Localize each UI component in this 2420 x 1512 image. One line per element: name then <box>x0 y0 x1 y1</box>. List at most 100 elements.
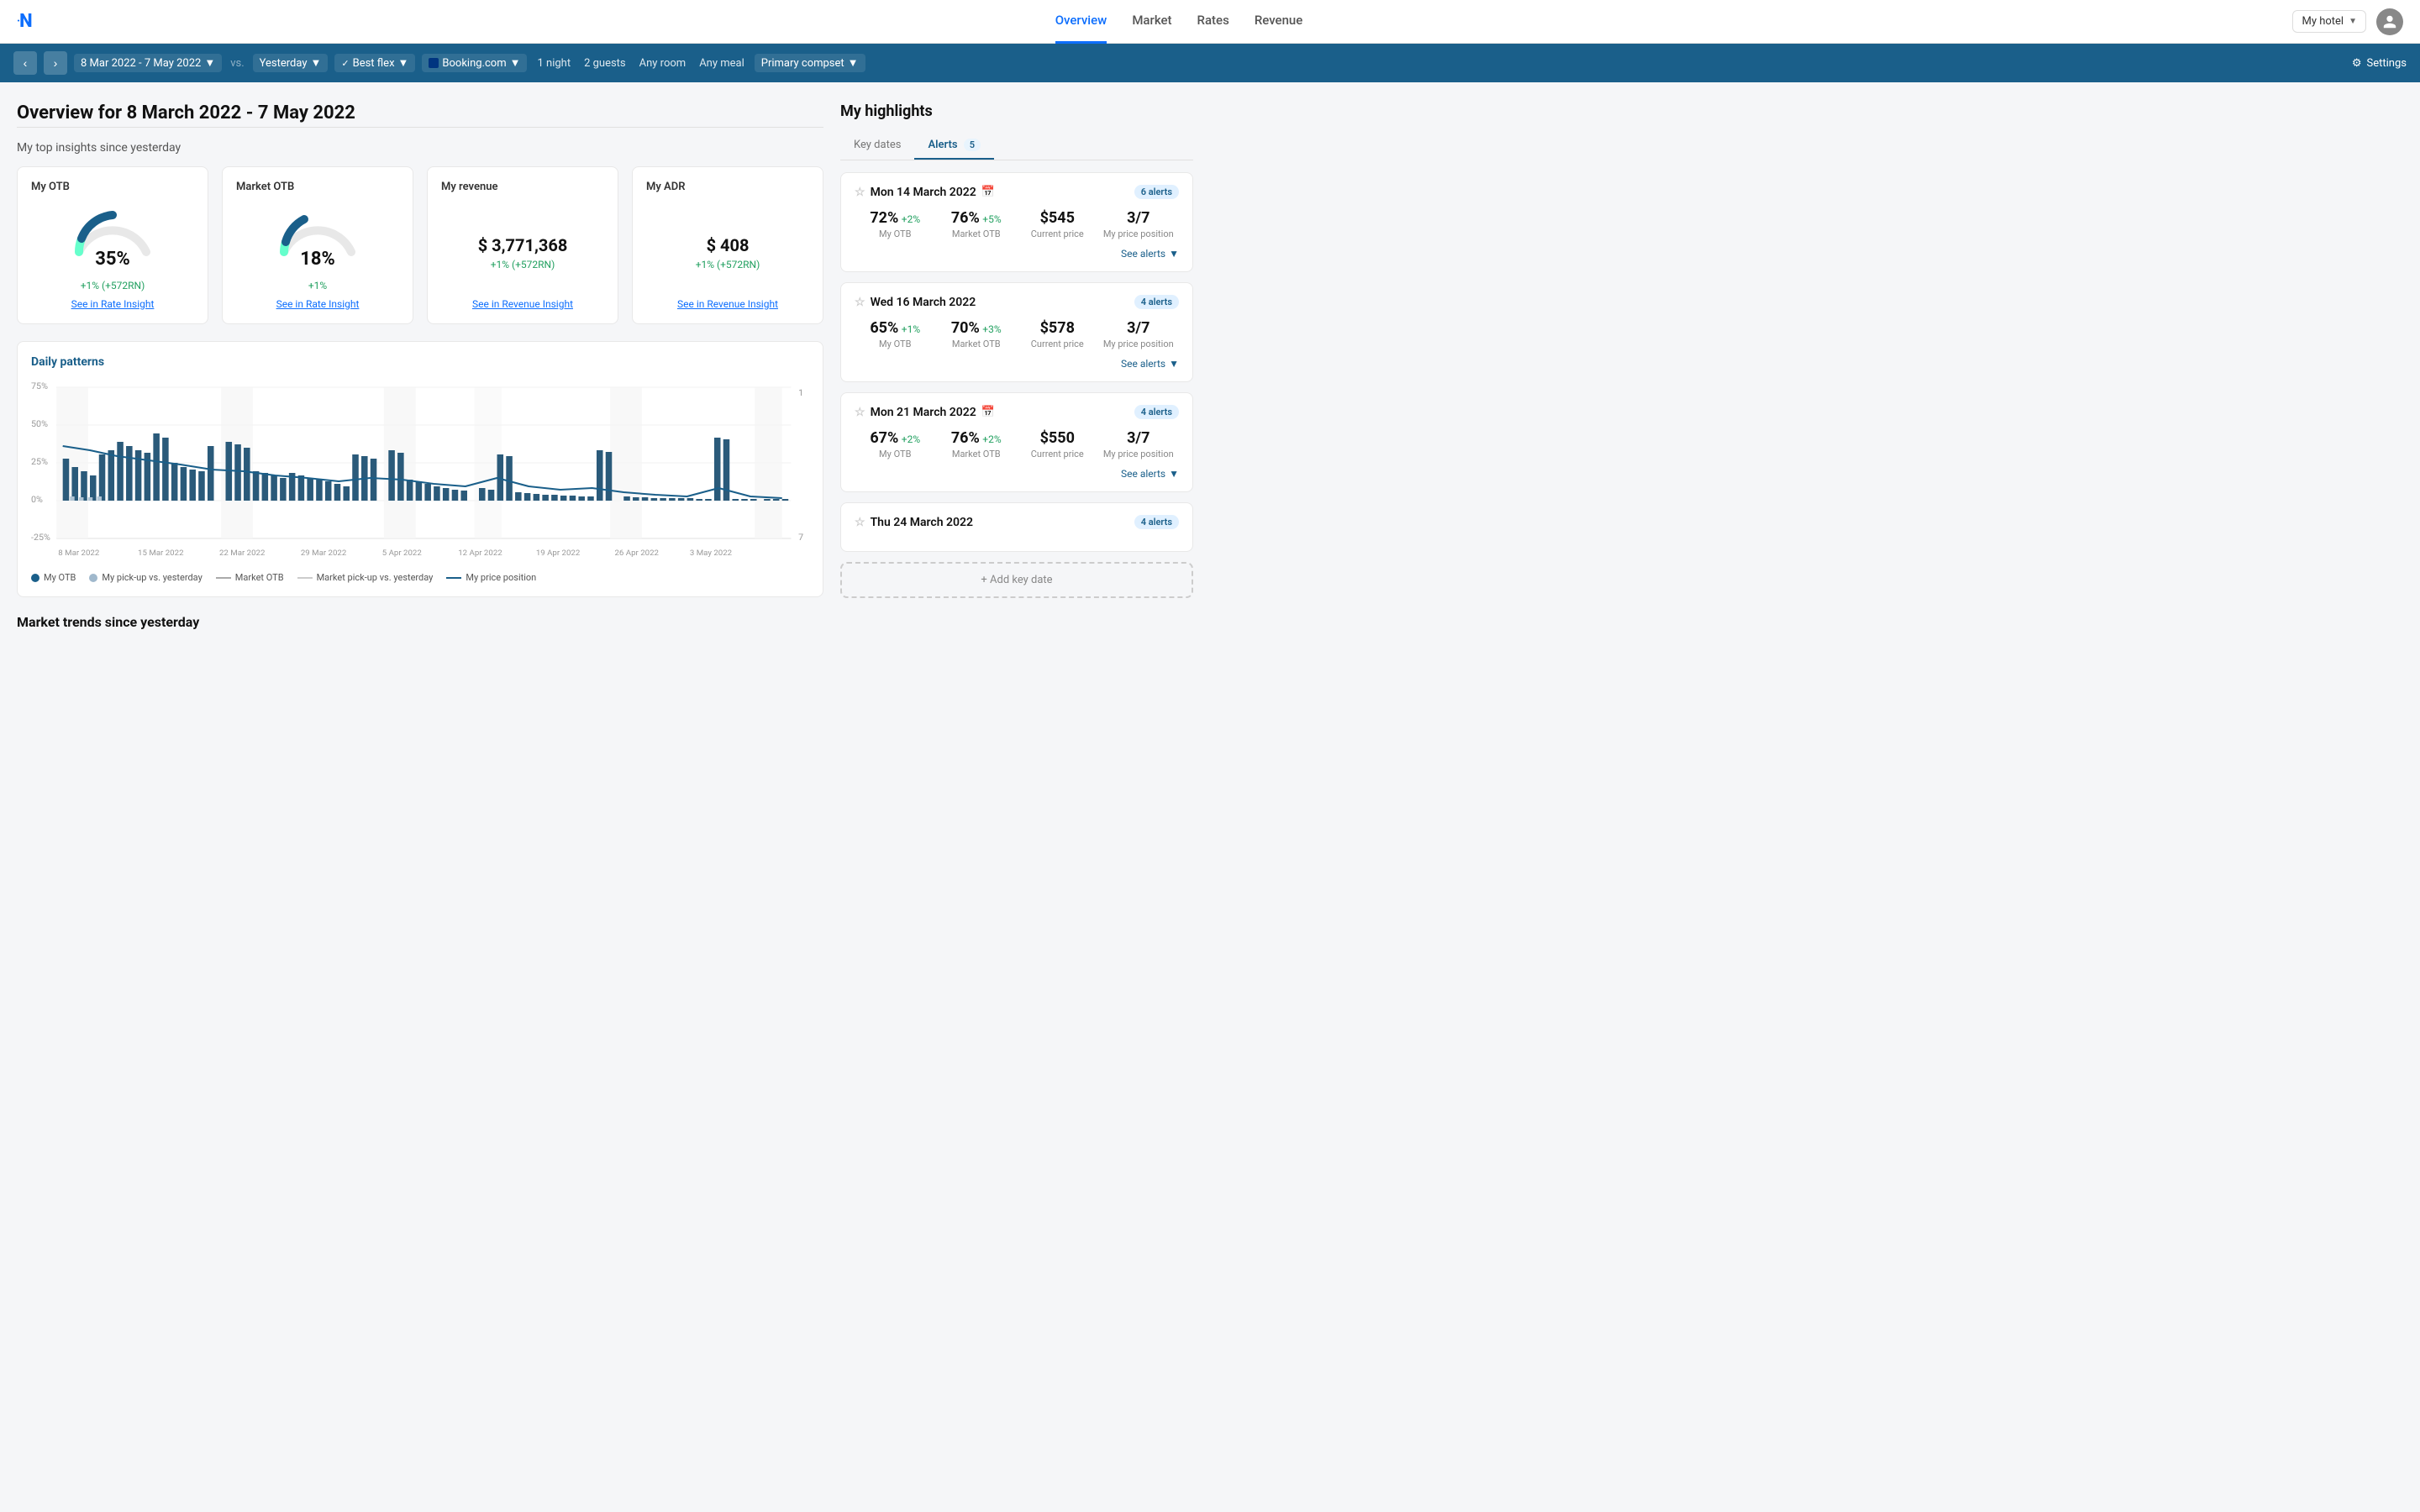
alert-date-mar21: ☆ Mon 21 March 2022 📅 <box>855 406 995 419</box>
tab-key-dates[interactable]: Key dates <box>840 132 914 160</box>
my-otb-link[interactable]: See in Rate Insight <box>31 298 194 310</box>
metric-otb-mar14: 72% +2% My OTB <box>855 209 936 239</box>
user-avatar[interactable] <box>2376 8 2403 35</box>
settings-label: Settings <box>2367 57 2407 70</box>
star-icon-mar21[interactable]: ☆ <box>855 406 865 419</box>
see-alerts-mar14[interactable]: See alerts ▼ <box>855 248 1179 260</box>
alert-date-mar24: ☆ Thu 24 March 2022 <box>855 516 973 529</box>
legend-line-price-position <box>446 577 461 579</box>
date-range-value: 8 Mar 2022 - 7 May 2022 <box>81 57 201 70</box>
page-title: Overview for 8 March 2022 - 7 May 2022 <box>17 102 823 123</box>
calendar-icon-mar14: 📅 <box>981 186 995 198</box>
market-otb-value: 18% <box>300 249 335 270</box>
nav-revenue[interactable]: Revenue <box>1255 0 1303 44</box>
svg-text:26 Apr 2022: 26 Apr 2022 <box>615 549 659 558</box>
settings-icon: ⚙ <box>2352 57 2362 70</box>
market-otb-link[interactable]: See in Rate Insight <box>236 298 399 310</box>
my-adr-title: My ADR <box>646 181 809 193</box>
alert-card-mar14: ☆ Mon 14 March 2022 📅 6 alerts 72% +2% M… <box>840 172 1193 272</box>
nav-overview[interactable]: Overview <box>1055 0 1107 44</box>
nav-rates[interactable]: Rates <box>1197 0 1229 44</box>
main-layout: Overview for 8 March 2022 - 7 May 2022 M… <box>0 82 1210 662</box>
vs-filter[interactable]: Yesterday ▼ <box>253 54 329 72</box>
vs-chevron: ▼ <box>311 56 322 70</box>
see-alerts-mar16[interactable]: See alerts ▼ <box>855 358 1179 370</box>
metric-position-mar16: 3/7 My price position <box>1098 319 1180 349</box>
tab-alerts[interactable]: Alerts 5 <box>914 132 994 160</box>
hotel-selector[interactable]: My hotel ▼ <box>2292 10 2366 33</box>
my-otb-change: +1% (+572RN) <box>31 280 194 291</box>
my-revenue-link[interactable]: See in Revenue Insight <box>441 298 604 310</box>
guests-label: 2 guests <box>581 57 629 70</box>
date-range-filter[interactable]: 8 Mar 2022 - 7 May 2022 ▼ <box>74 54 222 72</box>
metric-price-mar21: $550 Current price <box>1017 429 1098 459</box>
prev-btn[interactable]: ‹ <box>13 51 37 75</box>
alert-badge-mar14: 6 alerts <box>1134 185 1179 199</box>
insights-subtitle: My top insights since yesterday <box>17 141 823 155</box>
legend-dot-my-pickup <box>89 574 97 582</box>
alert-metrics-mar16: 65% +1% My OTB 70% +3% Market OTB $578 C… <box>855 319 1179 349</box>
metric-otb-mar21: 67% +2% My OTB <box>855 429 936 459</box>
chart-card: Daily patterns 75% 50% 25% 0% -25% 1 7 <box>17 341 823 597</box>
market-trends-title: Market trends since yesterday <box>17 614 823 630</box>
bcom-icon <box>429 58 439 68</box>
calendar-icon-mar21: 📅 <box>981 406 995 418</box>
vs-value: Yesterday <box>260 57 308 70</box>
alert-metrics-mar21: 67% +2% My OTB 76% +2% Market OTB $550 C… <box>855 429 1179 459</box>
svg-text:29 Mar 2022: 29 Mar 2022 <box>301 549 346 558</box>
highlights-title: My highlights <box>840 102 1193 120</box>
next-btn[interactable]: › <box>44 51 67 75</box>
logo-letter: N <box>19 11 32 32</box>
see-alerts-chevron-mar14: ▼ <box>1169 248 1179 260</box>
legend-my-pickup: My pick-up vs. yesterday <box>89 572 202 583</box>
my-otb-card: My OTB 35% +1% (+572RN) See in R <box>17 166 208 324</box>
see-alerts-mar21[interactable]: See alerts ▼ <box>855 468 1179 480</box>
nav-links: Overview Market Rates Revenue <box>66 0 2293 44</box>
channel-value: Booking.com <box>442 57 506 70</box>
add-key-date-button[interactable]: + Add key date <box>840 562 1193 598</box>
top-nav: · N Overview Market Rates Revenue My hot… <box>0 0 2420 44</box>
nights-label: 1 night <box>534 57 574 70</box>
my-revenue-card: My revenue $ 3,771,368 +1% (+572RN) See … <box>427 166 618 324</box>
settings-button[interactable]: ⚙ Settings <box>2352 57 2407 70</box>
svg-text:12 Apr 2022: 12 Apr 2022 <box>458 549 502 558</box>
channel-filter[interactable]: Booking.com ▼ <box>422 54 527 72</box>
svg-text:15 Mar 2022: 15 Mar 2022 <box>138 549 183 558</box>
flex-value: Best flex <box>353 57 395 70</box>
metric-price-mar16: $578 Current price <box>1017 319 1098 349</box>
metric-market-otb-mar21: 76% +2% Market OTB <box>936 429 1018 459</box>
flex-chevron: ▼ <box>398 56 409 70</box>
metric-otb-mar16: 65% +1% My OTB <box>855 319 936 349</box>
market-otb-change: +1% <box>236 280 399 291</box>
svg-text:-25%: -25% <box>31 532 50 543</box>
alert-header-mar24: ☆ Thu 24 March 2022 4 alerts <box>855 515 1179 529</box>
market-trends-section: Market trends since yesterday <box>17 614 823 630</box>
my-otb-title: My OTB <box>31 181 194 193</box>
insight-cards: My OTB 35% +1% (+572RN) See in R <box>17 166 823 324</box>
star-icon-mar14[interactable]: ☆ <box>855 186 865 199</box>
svg-text:50%: 50% <box>31 418 48 429</box>
my-otb-value: 35% <box>95 249 130 270</box>
metric-position-mar21: 3/7 My price position <box>1098 429 1180 459</box>
flex-filter[interactable]: ✓ Best flex ▼ <box>334 54 415 72</box>
my-adr-link[interactable]: See in Revenue Insight <box>646 298 809 310</box>
vs-separator: vs. <box>229 57 245 70</box>
svg-text:25%: 25% <box>31 456 48 467</box>
chart-area: 75% 50% 25% 0% -25% 1 7 <box>31 379 809 564</box>
svg-text:0%: 0% <box>31 494 43 505</box>
my-adr-change: +1% (+572RN) <box>646 259 809 270</box>
market-otb-card: Market OTB 18% +1% See in Rate Insight <box>222 166 413 324</box>
star-icon-mar16[interactable]: ☆ <box>855 296 865 309</box>
channel-chevron: ▼ <box>510 56 521 70</box>
meal-label: Any meal <box>696 57 748 70</box>
svg-text:7: 7 <box>798 532 803 543</box>
nav-market[interactable]: Market <box>1132 0 1171 44</box>
logo[interactable]: · N <box>17 11 32 32</box>
star-icon-mar24[interactable]: ☆ <box>855 516 865 529</box>
alert-header-mar14: ☆ Mon 14 March 2022 📅 6 alerts <box>855 185 1179 199</box>
chart-legend: My OTB My pick-up vs. yesterday Market O… <box>31 572 809 583</box>
alert-metrics-mar14: 72% +2% My OTB 76% +5% Market OTB $545 C… <box>855 209 1179 239</box>
compset-filter[interactable]: Primary compset ▼ <box>755 54 865 72</box>
svg-text:8 Mar 2022: 8 Mar 2022 <box>58 549 99 558</box>
chart-title: Daily patterns <box>31 355 809 369</box>
